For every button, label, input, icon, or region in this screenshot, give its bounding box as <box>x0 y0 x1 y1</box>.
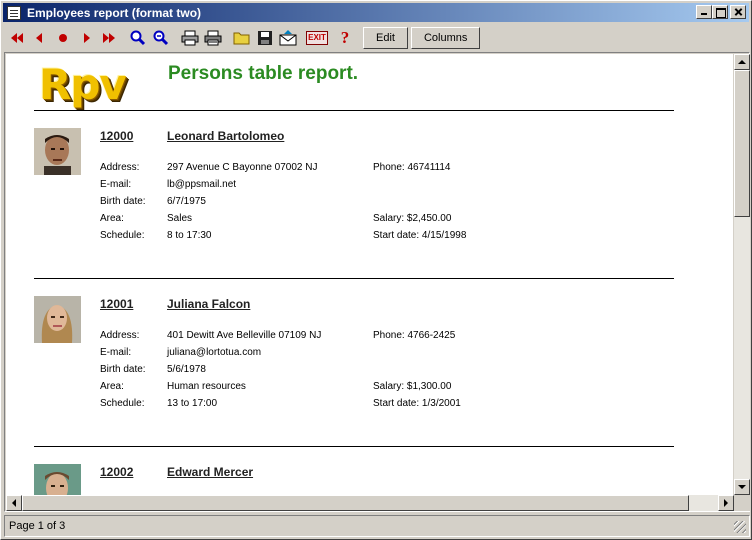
print-icon[interactable] <box>179 27 201 49</box>
start-date-value: Start date: 4/15/1998 <box>373 230 467 241</box>
birth-value: 6/7/1975 <box>167 196 206 207</box>
stop-icon[interactable] <box>52 27 74 49</box>
employee-id: 12001 <box>100 297 134 311</box>
email-label: E-mail: <box>100 347 132 358</box>
divider <box>34 446 674 447</box>
scroll-down-button[interactable] <box>734 479 750 495</box>
address-label: Address: <box>100 330 140 341</box>
report-page[interactable]: Rpv Persons table report. 12000 Leonard … <box>6 54 733 495</box>
page-indicator: Page 1 of 3 <box>9 520 66 532</box>
employee-name: Edward Mercer <box>167 465 254 479</box>
start-date-value: Start date: 1/3/2001 <box>373 398 461 409</box>
employee-id: 12002 <box>100 465 134 479</box>
area-value: Sales <box>167 213 193 224</box>
address-value: 401 Dewitt Ave Belleville 07109 NJ <box>167 330 322 341</box>
area-label: Area: <box>100 213 124 224</box>
status-bar: Page 1 of 3 <box>4 515 750 537</box>
next-page-icon[interactable] <box>75 27 97 49</box>
title-bar[interactable]: Employees report (format two) <box>3 3 749 22</box>
area-label: Area: <box>100 381 124 392</box>
scroll-up-button[interactable] <box>734 54 750 70</box>
maximize-button[interactable] <box>712 5 728 19</box>
columns-button[interactable]: Columns <box>410 26 481 49</box>
schedule-value: 13 to 17:00 <box>167 398 218 409</box>
horizontal-scroll-thumb[interactable] <box>22 495 689 511</box>
employee-photo <box>34 464 81 495</box>
help-icon[interactable]: ? <box>334 27 356 49</box>
birth-label: Birth date: <box>100 196 146 207</box>
scroll-up-icon <box>738 56 746 64</box>
employee-photo <box>34 296 81 343</box>
scroll-down-icon <box>738 485 746 493</box>
last-page-icon[interactable] <box>98 27 120 49</box>
salary-value: Salary: $1,300.00 <box>373 381 452 392</box>
export-mail-icon[interactable] <box>277 27 299 49</box>
area-value: Human resources <box>167 381 246 392</box>
rpv-logo: Rpv <box>39 60 127 109</box>
schedule-label: Schedule: <box>100 230 145 241</box>
exit-label: EXIT <box>306 30 328 45</box>
address-value: 297 Avenue C Bayonne 07002 NJ <box>167 162 318 173</box>
first-page-icon[interactable] <box>6 27 28 49</box>
scroll-left-icon <box>8 499 16 507</box>
vertical-scrollbar[interactable] <box>734 54 750 495</box>
email-value: lb@ppsmail.net <box>167 179 237 190</box>
toolbar: EXIT ? Edit Columns <box>3 24 749 51</box>
schedule-value: 8 to 17:30 <box>167 230 212 241</box>
previous-page-icon[interactable] <box>29 27 51 49</box>
scroll-right-button[interactable] <box>718 495 734 511</box>
window-title: Employees report (format two) <box>27 5 202 20</box>
email-label: E-mail: <box>100 179 132 190</box>
exit-button[interactable]: EXIT <box>306 28 328 48</box>
scroll-left-button[interactable] <box>6 495 22 511</box>
phone-value: Phone: 4766-2425 <box>373 330 456 341</box>
minimize-button[interactable] <box>696 5 712 19</box>
salary-value: Salary: $2,450.00 <box>373 213 452 224</box>
resize-grip-icon[interactable] <box>734 521 746 533</box>
vertical-scroll-thumb[interactable] <box>734 70 750 217</box>
birth-label: Birth date: <box>100 364 146 375</box>
save-disk-icon[interactable] <box>254 27 276 49</box>
scroll-right-icon <box>724 499 732 507</box>
report-window: Employees report (format two) EXIT ? Edi… <box>0 0 752 540</box>
address-label: Address: <box>100 162 140 173</box>
phone-value: Phone: 46741114 <box>373 162 451 173</box>
zoom-in-icon[interactable] <box>127 27 149 49</box>
schedule-label: Schedule: <box>100 398 145 409</box>
divider <box>34 110 674 111</box>
divider <box>34 278 674 279</box>
print-setup-icon[interactable] <box>202 27 224 49</box>
horizontal-scrollbar[interactable] <box>6 495 734 511</box>
birth-value: 5/6/1978 <box>167 364 206 375</box>
edit-button[interactable]: Edit <box>363 26 408 49</box>
scroll-corner <box>734 495 750 511</box>
open-folder-icon[interactable] <box>231 27 253 49</box>
employee-name: Juliana Falcon <box>167 297 251 311</box>
close-button[interactable] <box>730 5 746 19</box>
zoom-out-icon[interactable] <box>150 27 172 49</box>
employee-name: Leonard Bartolomeo <box>167 129 285 143</box>
report-title: Persons table report. <box>168 63 359 84</box>
employee-id: 12000 <box>100 129 134 143</box>
employee-photo <box>34 128 81 175</box>
document-icon[interactable] <box>7 5 21 20</box>
email-value: juliana@lortotua.com <box>167 347 262 358</box>
